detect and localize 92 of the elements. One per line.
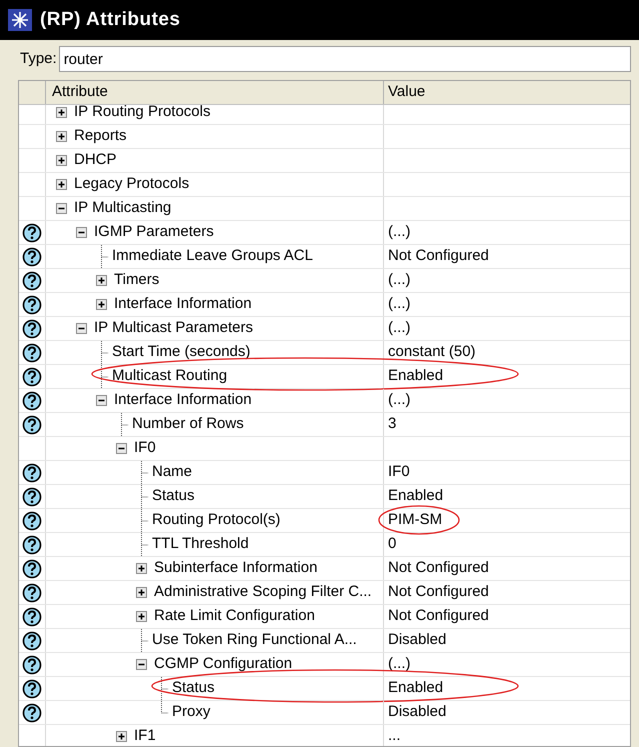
attribute-name[interactable]: Reports — [74, 125, 127, 148]
attribute-name[interactable]: Number of Rows — [132, 413, 244, 436]
attribute-value[interactable]: Not Configured — [388, 245, 489, 268]
help-icon[interactable] — [22, 294, 42, 314]
collapse-icon[interactable] — [76, 323, 87, 334]
app-icon — [8, 9, 32, 31]
expand-icon[interactable] — [136, 611, 147, 622]
attribute-name[interactable]: Name — [152, 461, 192, 484]
attribute-name[interactable]: Routing Protocol(s) — [152, 509, 280, 532]
attribute-value[interactable]: Enabled — [388, 677, 444, 700]
collapse-icon[interactable] — [56, 203, 67, 214]
collapse-icon[interactable] — [116, 443, 127, 454]
attribute-name[interactable]: IF0 — [134, 437, 156, 460]
help-icon[interactable] — [22, 366, 42, 386]
attribute-name[interactable]: Rate Limit Configuration — [154, 605, 315, 628]
attribute-name[interactable]: Subinterface Information — [154, 557, 318, 580]
expand-icon[interactable] — [96, 299, 107, 310]
collapse-icon[interactable] — [96, 395, 107, 406]
attribute-value[interactable]: (...) — [388, 317, 410, 340]
attribute-value[interactable]: Not Configured — [388, 605, 489, 628]
expand-icon[interactable] — [56, 131, 67, 142]
attribute-value[interactable]: Not Configured — [388, 557, 489, 580]
column-header[interactable]: Attribute — [46, 81, 384, 104]
attribute-value[interactable]: constant (50) — [388, 341, 476, 364]
help-icon[interactable] — [22, 558, 42, 578]
attribute-name[interactable]: IP Multicast Parameters — [94, 317, 253, 340]
attribute-name[interactable]: Proxy — [172, 701, 210, 724]
help-icon[interactable] — [22, 678, 42, 698]
attribute-name[interactable]: IF1 — [134, 725, 156, 746]
help-icon[interactable] — [22, 222, 42, 242]
attribute-name[interactable]: CGMP Configuration — [154, 653, 292, 676]
type-label: Type: — [20, 48, 57, 69]
attribute-name[interactable]: IP Routing Protocols — [74, 105, 210, 124]
attribute-name[interactable]: Administrative Scoping Filter C... — [154, 581, 372, 604]
attribute-name[interactable]: Timers — [114, 269, 160, 292]
attribute-value[interactable]: (...) — [388, 653, 410, 676]
help-icon[interactable] — [22, 534, 42, 554]
expand-icon[interactable] — [56, 155, 67, 166]
help-icon[interactable] — [22, 582, 42, 602]
attribute-name[interactable]: Start Time (seconds) — [112, 341, 250, 364]
attribute-value[interactable]: Not Configured — [388, 581, 489, 604]
expand-icon[interactable] — [56, 179, 67, 190]
expand-icon[interactable] — [96, 275, 107, 286]
attribute-name[interactable]: DHCP — [74, 149, 117, 172]
collapse-icon[interactable] — [136, 659, 147, 670]
help-icon[interactable] — [22, 462, 42, 482]
attribute-name[interactable]: Status — [172, 677, 215, 700]
attribute-name[interactable]: IP Multicasting — [74, 197, 172, 220]
help-icon[interactable] — [22, 702, 42, 722]
collapse-icon[interactable] — [76, 227, 87, 238]
attribute-name[interactable]: Status — [152, 485, 195, 508]
help-icon[interactable] — [22, 606, 42, 626]
attribute-name[interactable]: Interface Information — [114, 293, 252, 316]
attribute-name[interactable]: Interface Information — [114, 389, 252, 412]
attribute-name[interactable]: Immediate Leave Groups ACL — [112, 245, 313, 268]
attribute-name[interactable]: Multicast Routing — [112, 365, 228, 388]
help-icon[interactable] — [22, 318, 42, 338]
attribute-value[interactable]: (...) — [388, 389, 410, 412]
attribute-value[interactable]: 3 — [388, 413, 396, 436]
window-title: (RP) Attributes — [40, 8, 180, 32]
tree-connector — [121, 412, 128, 436]
attribute-name[interactable]: Legacy Protocols — [74, 173, 190, 196]
tree-connector — [141, 628, 148, 652]
attribute-name[interactable]: Use Token Ring Functional A... — [152, 629, 357, 652]
expand-icon[interactable] — [136, 587, 147, 598]
help-icon[interactable] — [22, 414, 42, 434]
column-header[interactable]: Value — [384, 81, 630, 104]
help-icon[interactable] — [22, 246, 42, 266]
attribute-value[interactable]: Disabled — [388, 629, 446, 652]
help-icon[interactable] — [22, 390, 42, 410]
help-icon[interactable] — [22, 486, 42, 506]
attribute-value[interactable]: ... — [388, 725, 401, 746]
attribute-value[interactable]: (...) — [388, 221, 410, 244]
attribute-value[interactable]: (...) — [388, 269, 410, 292]
help-icon[interactable] — [22, 630, 42, 650]
help-icon[interactable] — [22, 270, 42, 290]
attribute-value[interactable]: (...) — [388, 293, 410, 316]
attribute-name[interactable]: TTL Threshold — [152, 533, 249, 556]
help-icon[interactable] — [22, 654, 42, 674]
expand-icon[interactable] — [136, 563, 147, 574]
tree-connector — [101, 244, 108, 268]
help-icon[interactable] — [22, 342, 42, 362]
expand-icon[interactable] — [56, 107, 67, 118]
attribute-value[interactable]: Disabled — [388, 701, 446, 724]
attribute-value[interactable]: 0 — [388, 533, 396, 556]
attribute-value[interactable]: IF0 — [388, 461, 410, 484]
attribute-value[interactable]: Enabled — [388, 485, 444, 508]
type-field[interactable]: router — [58, 46, 631, 72]
expand-icon[interactable] — [116, 731, 127, 742]
attribute-name[interactable]: IGMP Parameters — [94, 221, 214, 244]
attribute-value[interactable]: Enabled — [388, 365, 444, 388]
help-icon[interactable] — [22, 510, 42, 530]
